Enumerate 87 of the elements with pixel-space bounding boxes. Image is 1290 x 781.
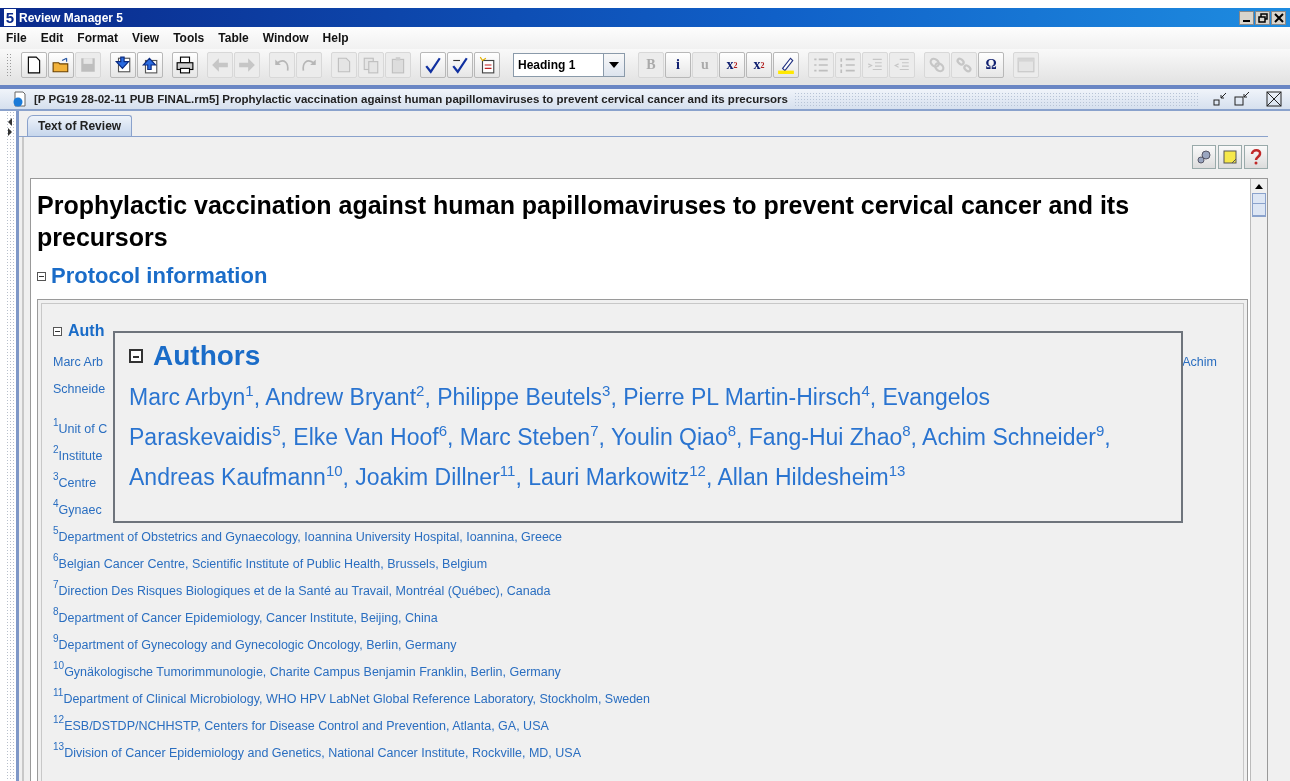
close-button[interactable] bbox=[1271, 10, 1286, 25]
affiliation-text: $^{5}$Department of Obstetrics and Gynaecology, Ioannina University Hospital, Ioannina, Greece bbox=[53, 524, 563, 544]
export-button[interactable] bbox=[137, 52, 163, 78]
author-text: Schneide bbox=[53, 382, 106, 396]
open-button[interactable] bbox=[48, 52, 74, 78]
new-button[interactable] bbox=[21, 52, 47, 78]
spellcheck-icon bbox=[451, 56, 469, 74]
app-logo: 5 bbox=[4, 9, 16, 26]
clipboard-icon bbox=[389, 56, 407, 74]
window-title: Review Manager 5 bbox=[19, 10, 125, 25]
affiliation-text: $^{8}$Department of Cancer Epidemiology, Cancer Institute, Beijing, China bbox=[53, 605, 438, 625]
affiliation-text: $^{6}$Belgian Cancer Centre, Scientific Institute of Public Health, Brussels, Belgium bbox=[53, 551, 488, 571]
menu-item[interactable]: Edit bbox=[40, 31, 64, 45]
spell-button[interactable] bbox=[447, 52, 473, 78]
affiliation-text: $^{13}$Division of Cancer Epidemiology and Genetics, National Cancer Institute, Rockville, MD, USA bbox=[53, 740, 581, 760]
collapse-toggle[interactable] bbox=[37, 271, 46, 281]
clear-button[interactable] bbox=[474, 52, 500, 78]
format-button[interactable]: Ω bbox=[978, 52, 1004, 78]
minimize-button[interactable] bbox=[1239, 10, 1254, 25]
collapse-toggle[interactable] bbox=[129, 349, 143, 363]
help-icon bbox=[1248, 149, 1264, 165]
document-badge-icon bbox=[12, 91, 28, 107]
affiliation-text: $^{1}$Unit of C bbox=[53, 416, 108, 436]
gears-icon bbox=[1196, 149, 1212, 165]
help-button[interactable] bbox=[1244, 145, 1268, 169]
affiliation-text: $^{11}$Department of Clinical Microbiology, WHO HPV LabNet Global Reference Laboratory, Stockholm, Sweden bbox=[53, 686, 650, 706]
affiliation-text: $^{2}$Institute bbox=[53, 443, 103, 463]
restore-button[interactable] bbox=[1255, 10, 1270, 25]
menu-item[interactable]: File bbox=[6, 31, 27, 45]
marker-icon bbox=[777, 56, 795, 74]
collapse-toggle[interactable] bbox=[53, 326, 62, 336]
minimize-panel-icon[interactable] bbox=[1212, 91, 1228, 107]
menu-item[interactable]: Window bbox=[262, 31, 309, 45]
print-button[interactable] bbox=[172, 52, 198, 78]
tab[interactable]: Text of Review bbox=[27, 115, 133, 136]
menu-item[interactable]: Help bbox=[322, 31, 349, 45]
affiliation-text: $^{10}$Gynäkologische Tumorimmunologie, Charite Campus Benjamin Franklin, Berlin, Germany bbox=[53, 659, 561, 679]
popup-heading: Authors bbox=[153, 340, 261, 372]
menu-item[interactable]: View bbox=[132, 31, 160, 45]
bullet-list-icon bbox=[812, 56, 830, 74]
window-icon bbox=[1017, 56, 1035, 74]
affiliation-text: $^{3}$Centre bbox=[53, 470, 97, 490]
affiliation-text: $^{4}$Gynaec bbox=[53, 497, 102, 517]
scroll-up-icon[interactable] bbox=[1255, 183, 1263, 189]
affiliation-text: $^{7}$Direction Des Risques Biologiques et de la Santé au Travail, Montréal (Québec), Canada bbox=[53, 578, 551, 598]
check-button[interactable] bbox=[420, 52, 446, 78]
broken-chain-icon bbox=[955, 56, 973, 74]
numbered-list-icon bbox=[839, 56, 857, 74]
menu-item[interactable]: Tools bbox=[173, 31, 205, 45]
format-button[interactable]: i bbox=[665, 52, 691, 78]
menu-item[interactable]: Format bbox=[77, 31, 118, 45]
menu-item[interactable]: Table bbox=[218, 31, 249, 45]
printer-icon bbox=[176, 56, 194, 74]
section-heading: Protocol information bbox=[51, 263, 268, 289]
author-text: Achim bbox=[1182, 355, 1217, 369]
author-text: Marc Arb bbox=[53, 355, 103, 369]
maximize-panel-icon[interactable] bbox=[1234, 91, 1250, 107]
checkmark-icon bbox=[424, 56, 442, 74]
chain-icon bbox=[928, 56, 946, 74]
floppy-icon bbox=[79, 56, 97, 74]
page-icon bbox=[335, 56, 353, 74]
sparkle-page-icon bbox=[478, 56, 496, 74]
review-title: Prophylactic vaccination against human papillomaviruses to prevent cervical cancer and its precursors bbox=[37, 190, 1131, 253]
settings-button[interactable] bbox=[1192, 145, 1216, 169]
left-arrow-icon bbox=[211, 56, 229, 74]
vertical-scrollbar[interactable] bbox=[1250, 179, 1267, 781]
import-button[interactable] bbox=[110, 52, 136, 78]
dropdown-arrow-icon bbox=[609, 62, 619, 68]
affiliation-text: $^{9}$Department of Gynecology and Gynecologic Oncology, Berlin, Germany bbox=[53, 632, 457, 652]
document-title: [P PG19 28-02-11 PUB FINAL.rm5] Prophylactic vaccination against human papillomaviruses to prevent cervical cancer and its precursors bbox=[34, 93, 788, 105]
subsection-heading: Auth bbox=[68, 322, 105, 340]
authors-list: Marc Arbyn$^{1}$, Andrew Bryant$^{2}$, Philippe Beutels$^{3}$, Pierre PL Martin-Hirsch$^{4}$, Evangelos Paraskevaidis$^{5}$, Elke Van Hoof$^{6}$, Marc Steben$^{7}$, Youlin Qiao$^{8}$, Fang-Hui Zhao$^{8}$, Achim Schneider$^{9}$, Andreas Kaufmann$^{10}$, Joakim Dillner$^{11}$, Lauri Markowitz$^{12}$, Allan Hildesheim$^{13}$ bbox=[129, 377, 1129, 497]
close-icon bbox=[1273, 12, 1284, 23]
style-dropdown[interactable]: Heading 1 bbox=[513, 53, 625, 77]
highlight-button[interactable] bbox=[773, 52, 799, 78]
collapse-arrows-icon[interactable] bbox=[6, 117, 14, 137]
up-arrow-icon bbox=[141, 56, 159, 74]
affiliation-text: $^{12}$ESB/DSTDP/NCHHSTP, Centers for Disease Control and Prevention, Atlanta, GA, USA bbox=[53, 713, 549, 733]
close-panel-icon[interactable] bbox=[1266, 91, 1282, 107]
scroll-thumb[interactable] bbox=[1252, 193, 1266, 217]
restore-icon bbox=[1257, 12, 1268, 23]
folder-icon bbox=[52, 56, 70, 74]
pages-icon bbox=[362, 56, 380, 74]
right-arrow-icon bbox=[238, 56, 256, 74]
minimize-icon bbox=[1243, 19, 1250, 22]
sticky-note-icon bbox=[1222, 149, 1238, 165]
page-icon bbox=[25, 56, 43, 74]
